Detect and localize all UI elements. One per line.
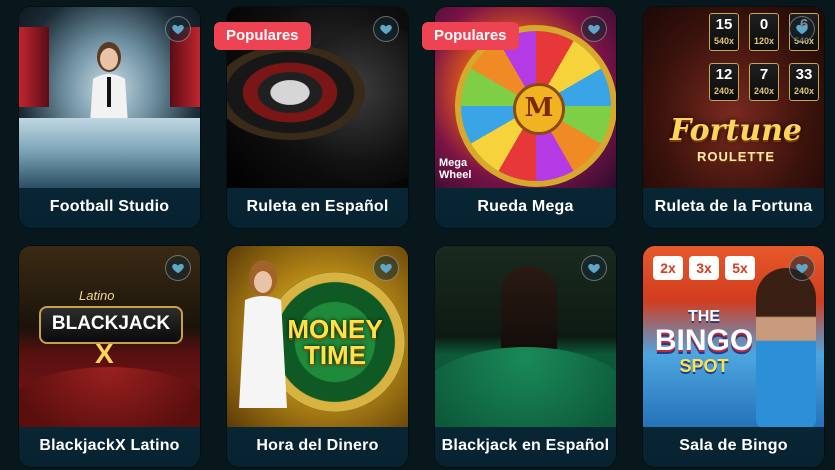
mega-wheel-center: M [513,83,565,135]
heart-icon [796,263,808,274]
heart-icon [796,24,808,35]
game-thumbnail[interactable] [435,246,616,427]
game-card-ruleta-fortuna[interactable]: 15540x 0120x 6540x 12240x 7240x 33240x F… [643,7,824,228]
game-card-hora-del-dinero[interactable]: MONEY TIME Hora del Dinero [227,246,408,467]
blackjack-x-logo: X [95,338,114,369]
favorite-button[interactable] [789,16,815,42]
multiplier-tile: 0 120x [749,13,779,51]
game-thumbnail[interactable]: 2x 3x 5x THE BINGO SPOT [643,246,824,427]
game-title: Blackjack en Español [441,437,610,454]
multiplier-tile: 7 240x [749,63,779,101]
favorite-button[interactable] [581,255,607,281]
multiplier-tile: 5x [725,256,755,280]
game-title: Ruleta de la Fortuna [654,198,813,215]
game-card-football-studio[interactable]: Football Studio [19,7,200,228]
favorite-button[interactable] [165,16,191,42]
multiplier-tile: 33 240x [789,63,819,101]
game-card-blackjackx-latino[interactable]: Latino BLACKJACK X BlackjackX Latino [19,246,200,467]
heart-icon [380,24,392,35]
game-title: BlackjackX Latino [39,437,180,454]
game-thumbnail[interactable] [19,7,200,188]
popular-badge: Populares [214,22,311,50]
game-thumbnail[interactable]: 15540x 0120x 6540x 12240x 7240x 33240x F… [643,7,824,188]
studio-screen-left [19,27,49,107]
favorite-button[interactable] [373,16,399,42]
heart-icon [380,263,392,274]
bingo-logo: THE BINGO SPOT [654,308,754,376]
game-thumbnail[interactable]: MONEY TIME [227,246,408,427]
blackjack-table [19,367,200,427]
game-thumbnail[interactable]: Latino BLACKJACK X [19,246,200,427]
multiplier-tile: 12 240x [709,63,739,101]
favorite-button[interactable] [789,255,815,281]
game-card-sala-de-bingo[interactable]: 2x 3x 5x THE BINGO SPOT Sala de Bingo [643,246,824,467]
game-title: Rueda Mega [477,198,574,215]
host-figure [756,268,816,427]
popular-badge: Populares [422,22,519,50]
multiplier-tile: 2x [653,256,683,280]
favorite-button[interactable] [165,255,191,281]
game-title: Football Studio [49,198,170,215]
fortune-logo: Fortune [669,113,803,148]
game-title: Sala de Bingo [679,437,788,454]
studio-desk [19,118,200,188]
money-time-logo: MONEY TIME [287,314,383,370]
heart-icon [588,24,600,35]
fortune-logo-sub: ROULETTE [696,149,776,164]
multiplier-tile: 15 540x [709,13,739,51]
favorite-button[interactable] [581,16,607,42]
blackjack-table [435,347,616,427]
heart-icon [588,263,600,274]
game-title: Ruleta en Español [246,198,389,215]
latino-label: Latino [79,288,115,303]
mega-wheel-logo: Mega Wheel [439,157,472,181]
heart-icon [172,263,184,274]
heart-icon [172,24,184,35]
game-card-blackjack-espanol[interactable]: Blackjack en Español [435,246,616,467]
multiplier-tile: 3x [689,256,719,280]
favorite-button[interactable] [373,255,399,281]
game-title: Hora del Dinero [256,437,379,454]
